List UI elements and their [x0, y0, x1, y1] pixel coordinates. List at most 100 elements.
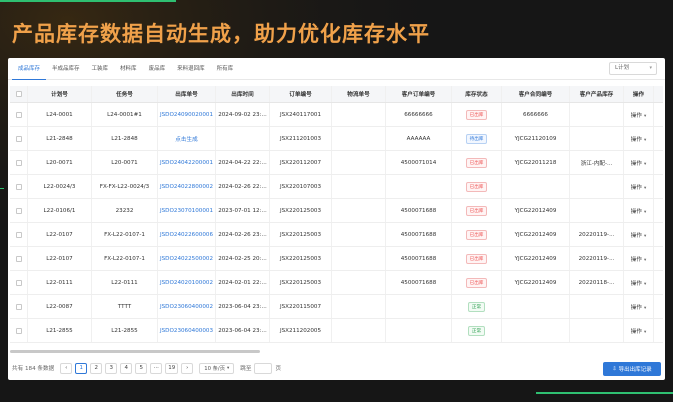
tab-3[interactable]: 材料库: [114, 58, 143, 80]
column-header[interactable]: 客户合同编号: [502, 86, 570, 102]
tab-4[interactable]: 废品库: [143, 58, 172, 80]
column-header[interactable]: 出库时间: [216, 86, 270, 102]
cell-text: L21-2855: [46, 327, 73, 334]
cell-task: L21-2855: [92, 319, 158, 342]
status-badge: 已出库: [465, 229, 488, 240]
row-actions-dropdown[interactable]: 操作 ▾: [631, 303, 646, 311]
table-row[interactable]: L22-0024/3 FX-FX-L22-0024/3 JSDO2402280000…: [10, 175, 663, 199]
cell-plan: L22-0107: [28, 223, 92, 246]
outbound-number-link[interactable]: JSDO23070100001: [160, 208, 213, 214]
row-actions-dropdown[interactable]: 操作 ▾: [631, 255, 646, 263]
column-header[interactable]: 物流单号: [332, 86, 386, 102]
cell-text: 2024-02-26 23:...: [218, 231, 267, 238]
row-checkbox[interactable]: [15, 231, 22, 238]
tab-1[interactable]: 半成品库存: [46, 58, 86, 80]
column-header[interactable]: 库存状态: [452, 86, 502, 102]
goto-page-input[interactable]: [254, 362, 273, 374]
row-checkbox[interactable]: [15, 207, 22, 214]
column-header[interactable]: 客户产品库存: [570, 86, 624, 102]
outbound-number-link[interactable]: JSDO24020100002: [160, 280, 213, 286]
row-actions-dropdown[interactable]: 操作 ▾: [631, 231, 646, 239]
page-button[interactable]: 2: [90, 362, 103, 374]
cell-text: L21-2848: [111, 135, 138, 142]
cell-time: 2023-06-04 23:...: [216, 319, 270, 342]
cell-contract: YJCG22012409: [502, 223, 570, 246]
row-actions-dropdown[interactable]: 操作 ▾: [631, 327, 646, 335]
cell-logi: [332, 271, 386, 294]
cell-text: L21-2848: [46, 135, 73, 142]
row-checkbox[interactable]: [15, 327, 22, 334]
page-button[interactable]: ···: [150, 362, 163, 374]
row-checkbox[interactable]: [15, 303, 22, 310]
page-button[interactable]: 5: [135, 362, 148, 374]
outbound-number-link[interactable]: JSDO23060400003: [160, 328, 213, 334]
table-row[interactable]: L22-0106/1 23232 JSDO23070100001 2023-07-01…: [10, 199, 663, 223]
row-checkbox[interactable]: [15, 183, 22, 190]
row-checkbox[interactable]: [15, 135, 22, 142]
row-select-cell: [10, 151, 28, 174]
outbound-number-link[interactable]: JSDO24022500002: [160, 256, 213, 262]
page-size-select[interactable]: 10 条/页 ▾: [199, 362, 235, 374]
table-row[interactable]: L21-2855 L21-2855 JSDO23060400003 2023-06-0…: [10, 319, 663, 343]
cell-cust: 4500071688: [386, 247, 452, 270]
plan-select[interactable]: L计划 ▾: [609, 62, 657, 75]
tab-2[interactable]: 工装库: [86, 58, 115, 80]
tab-0[interactable]: 成品库存: [12, 58, 47, 80]
cell-time: 2024-04-22 22:...: [216, 151, 270, 174]
outbound-number-link[interactable]: JSDO24022800002: [160, 184, 213, 190]
table-row[interactable]: L22-0087 TTTT JSDO23060400002 2023-06-04 23…: [10, 295, 663, 319]
cell-outno: JSDO24022800002: [158, 175, 216, 198]
tab-6[interactable]: 所有库: [211, 58, 240, 80]
cell-text: JSX220115007: [279, 303, 322, 310]
column-header[interactable]: 任务号: [92, 86, 158, 102]
next-page-button[interactable]: ›: [181, 362, 194, 374]
row-actions-dropdown[interactable]: 操作 ▾: [631, 159, 646, 167]
cell-order: JSX211202005: [270, 319, 332, 342]
table-row[interactable]: L22-0107 FX-L22-0107-1 JSDO24022500002 2024…: [10, 247, 663, 271]
cell-task: FX-FX-L22-0024/3: [92, 175, 158, 198]
row-actions-dropdown[interactable]: 操作 ▾: [631, 183, 646, 191]
outbound-number-link[interactable]: JSDO23060400002: [160, 304, 213, 310]
bottom-accent-line: [536, 392, 673, 394]
table-row[interactable]: L24-0001 L24-0001#1 JSDO24090020001 2024-09…: [10, 103, 663, 127]
row-actions-dropdown[interactable]: 操作 ▾: [631, 207, 646, 215]
cell-logi: [332, 103, 386, 126]
cell-cust: 66666666: [386, 103, 452, 126]
row-actions-dropdown[interactable]: 操作 ▾: [631, 111, 646, 119]
select-all-checkbox[interactable]: [15, 91, 22, 97]
row-actions-label: 操作: [630, 160, 642, 167]
column-header[interactable]: 计划号: [28, 86, 92, 102]
page-button[interactable]: 1: [75, 362, 88, 374]
column-header[interactable]: 订单编号: [270, 86, 332, 102]
table-row[interactable]: L22-0111 L22-0111 JSDO24020100002 2024-02-0…: [10, 271, 663, 295]
row-actions-dropdown[interactable]: 操作 ▾: [631, 279, 646, 287]
prev-page-button[interactable]: ‹: [60, 362, 73, 374]
page-button[interactable]: 4: [120, 362, 133, 374]
outbound-number-link[interactable]: JSDO24022600006: [160, 232, 213, 238]
outbound-number-link[interactable]: 点击生成: [175, 135, 197, 143]
cell-text: TTTT: [117, 303, 132, 310]
column-header[interactable]: 操作: [624, 86, 654, 102]
table-row[interactable]: L20-0071 L20-0071 JSDO24042200001 2024-04-2…: [10, 151, 663, 175]
table-row[interactable]: L22-0107 FX-L22-0107-1 JSDO24022600006 2024…: [10, 223, 663, 247]
page-button[interactable]: 3: [105, 362, 118, 374]
tab-5[interactable]: 来料退回库: [171, 58, 211, 80]
export-records-button[interactable]: ⇩ 导出出库记录: [603, 362, 661, 376]
row-actions-dropdown[interactable]: 操作 ▾: [631, 135, 646, 143]
horizontal-scrollbar[interactable]: [10, 350, 260, 353]
cell-op: 操作 ▾: [624, 103, 654, 126]
table-row[interactable]: L21-2848 L21-2848 点击生成 JSX211201003 AAAAAA 待出…: [10, 127, 663, 151]
outbound-number-link[interactable]: JSDO24090020001: [160, 112, 213, 118]
row-checkbox[interactable]: [15, 255, 22, 262]
row-checkbox[interactable]: [15, 159, 22, 166]
page-button[interactable]: 19: [165, 362, 179, 374]
status-badge: 已出库: [465, 181, 488, 192]
column-header[interactable]: 出库单号: [158, 86, 216, 102]
top-accent-line: [0, 0, 176, 2]
column-header[interactable]: 客户订单编号: [386, 86, 452, 102]
outbound-number-link[interactable]: JSDO24042200001: [160, 160, 213, 166]
cell-text: YJCG22012409: [514, 231, 557, 238]
cell-text: 4500071688: [400, 255, 437, 262]
row-checkbox[interactable]: [15, 279, 22, 286]
row-checkbox[interactable]: [15, 111, 22, 118]
